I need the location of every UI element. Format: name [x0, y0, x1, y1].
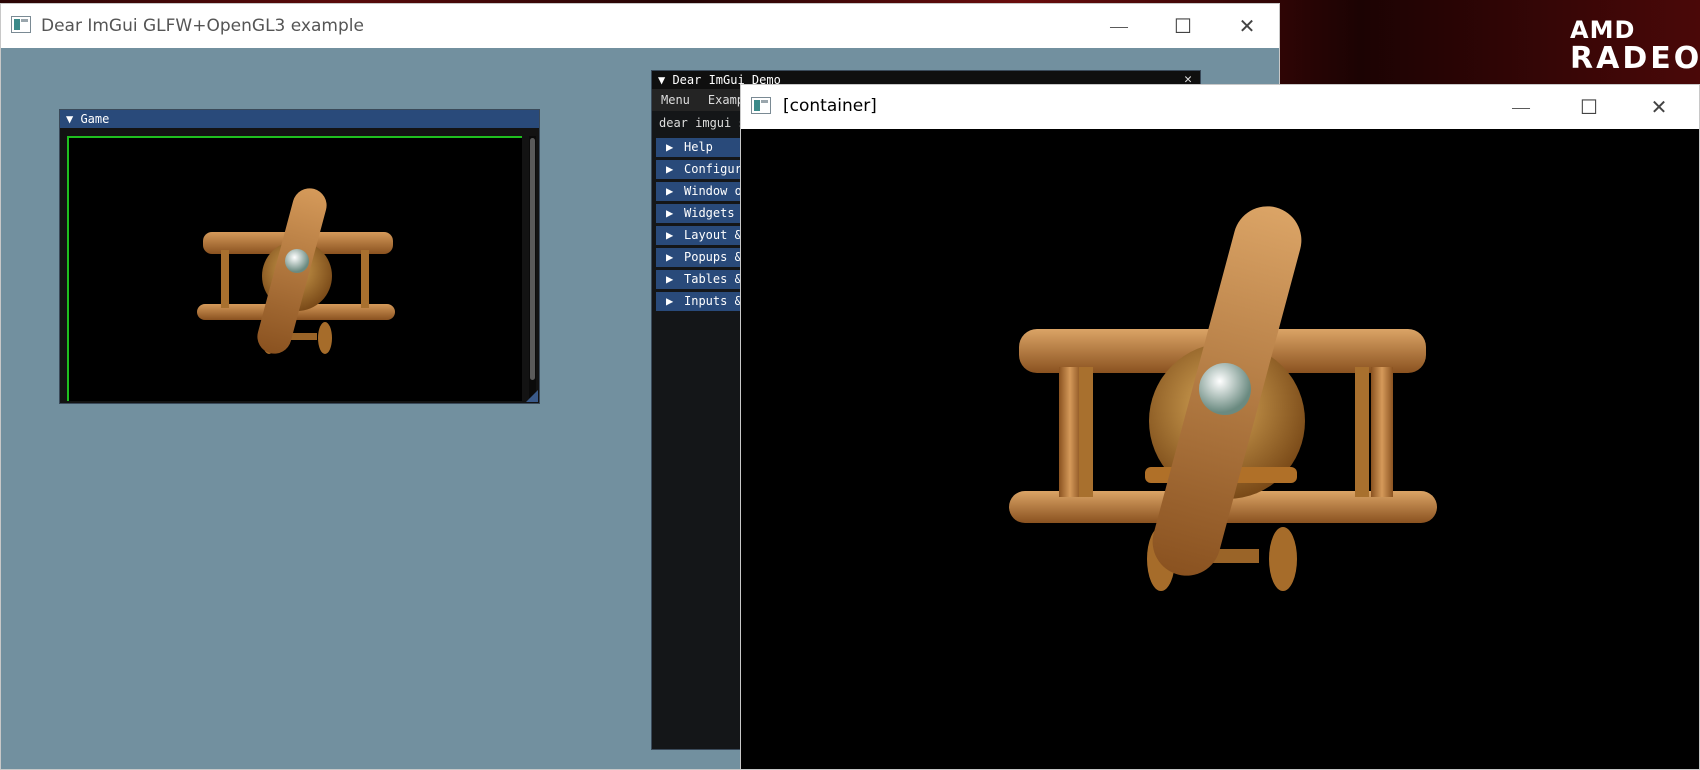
- expand-arrow-icon: ▶: [666, 140, 674, 154]
- section-label: Widgets: [684, 206, 735, 220]
- scrollbar-thumb[interactable]: [530, 138, 535, 380]
- maximize-button[interactable]: ☐: [1557, 85, 1621, 129]
- expand-arrow-icon: ▶: [666, 228, 674, 242]
- expand-arrow-icon: ▶: [666, 250, 674, 264]
- game-window-titlebar[interactable]: ▼ Game: [60, 110, 539, 128]
- airplane-render-large: [1009, 206, 1437, 591]
- expand-arrow-icon: ▶: [666, 272, 674, 286]
- main-window-title: Dear ImGui GLFW+OpenGL3 example: [41, 16, 364, 36]
- app-icon: [11, 16, 31, 33]
- menu-item-menu[interactable]: Menu: [652, 93, 699, 107]
- main-window-titlebar[interactable]: Dear ImGui GLFW+OpenGL3 example — ☐ ✕: [1, 4, 1279, 48]
- container-window[interactable]: [container] — ☐ ✕: [740, 84, 1700, 770]
- minimize-button[interactable]: —: [1087, 4, 1151, 48]
- expand-arrow-icon: ▶: [666, 206, 674, 220]
- container-viewport[interactable]: [741, 129, 1699, 769]
- minimize-button[interactable]: —: [1489, 85, 1553, 129]
- game-window[interactable]: ▼ Game: [59, 109, 540, 404]
- close-button[interactable]: ✕: [1627, 85, 1691, 129]
- expand-arrow-icon: ▶: [666, 184, 674, 198]
- resize-grip[interactable]: [526, 390, 538, 402]
- section-label: Help: [684, 140, 713, 154]
- maximize-button[interactable]: ☐: [1151, 4, 1215, 48]
- airplane-render-small: [197, 188, 395, 354]
- expand-arrow-icon: ▶: [666, 294, 674, 308]
- container-window-title: [container]: [783, 96, 877, 116]
- app-icon: [751, 97, 771, 114]
- expand-arrow-icon: ▶: [666, 162, 674, 176]
- game-scrollbar[interactable]: [529, 136, 536, 398]
- game-viewport[interactable]: [67, 136, 522, 401]
- container-window-titlebar[interactable]: [container] — ☐ ✕: [741, 85, 1699, 129]
- amd-radeon-logo: AMD RADEO: [1570, 16, 1700, 76]
- close-button[interactable]: ✕: [1215, 4, 1279, 48]
